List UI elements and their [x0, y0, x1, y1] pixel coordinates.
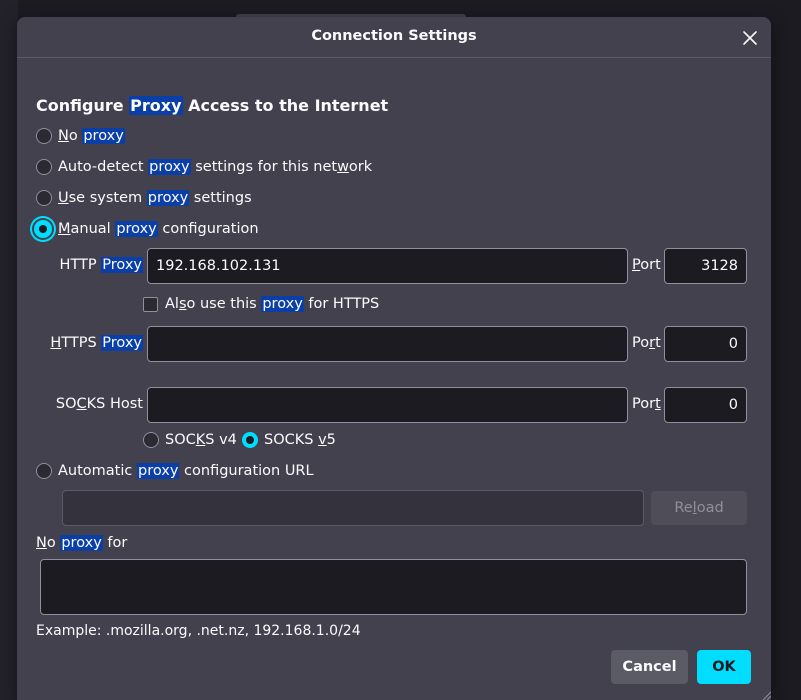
dialog-title: Connection Settings	[311, 28, 477, 44]
https-proxy-input[interactable]	[147, 326, 628, 362]
http-port-input[interactable]: 3128	[664, 248, 747, 284]
background-window-right	[771, 0, 801, 700]
connection-settings-dialog: Connection Settings Configure Proxy Acce…	[17, 17, 771, 700]
radio-socks-v5-label: SOCKS v5	[264, 432, 336, 448]
radio-socks-v4-label: SOCKS v4	[165, 432, 237, 448]
radio-socks-v5[interactable]: SOCKS v5	[242, 432, 336, 448]
close-icon	[743, 31, 757, 45]
radio-auto-config-url-label: Automatic proxy configuration URL	[58, 463, 314, 479]
http-port-label: Port	[632, 257, 661, 273]
radio-no-proxy[interactable]: No proxy	[36, 128, 125, 144]
https-port-label: Port	[632, 335, 661, 351]
radio-button[interactable]	[36, 190, 52, 206]
http-proxy-input[interactable]: 192.168.102.131	[147, 248, 628, 284]
example-text: Example: .mozilla.org, .net.nz, 192.168.…	[36, 623, 361, 639]
no-proxy-for-textarea[interactable]	[40, 559, 747, 615]
radio-button[interactable]	[36, 128, 52, 144]
https-port-input[interactable]: 0	[664, 326, 747, 362]
radio-button[interactable]	[36, 159, 52, 175]
radio-manual-proxy[interactable]: Manual proxy configuration	[34, 220, 259, 238]
https-proxy-label: HTTPS Proxy	[50, 335, 143, 351]
socks-port-input[interactable]: 0	[664, 387, 747, 423]
radio-socks-v4[interactable]: SOCKS v4	[143, 432, 237, 448]
radio-manual-proxy-label: Manual proxy configuration	[58, 221, 259, 237]
radio-system-proxy[interactable]: Use system proxy settings	[36, 190, 252, 206]
also-use-for-https-checkbox[interactable]	[143, 296, 158, 312]
also-use-for-https-checkbox-row[interactable]: Also use this proxy for HTTPS	[143, 296, 379, 312]
section-heading: Configure Proxy Access to the Internet	[36, 96, 389, 115]
auto-config-url-input[interactable]	[62, 490, 644, 526]
radio-no-proxy-label: No proxy	[58, 128, 125, 144]
http-proxy-label: HTTP Proxy	[59, 257, 143, 273]
ok-button[interactable]: OK	[697, 650, 751, 684]
radio-system-proxy-label: Use system proxy settings	[58, 190, 252, 206]
radio-button[interactable]	[143, 432, 159, 448]
no-proxy-for-label: No proxy for	[36, 535, 128, 551]
reload-button[interactable]: Re l oad	[651, 491, 747, 525]
radio-auto-detect[interactable]: Auto-detect proxy settings for this netw…	[36, 159, 372, 175]
radio-button-selected[interactable]	[242, 432, 258, 448]
also-use-for-https-label: Also use this proxy for HTTPS	[165, 296, 380, 312]
socks-host-label: SOCKS Host	[55, 396, 143, 412]
close-button[interactable]	[737, 25, 763, 51]
dialog-titlebar: Connection Settings	[17, 17, 771, 58]
radio-auto-config-url[interactable]: Automatic proxy configuration URL	[36, 463, 314, 479]
cancel-button[interactable]: Cancel	[611, 650, 688, 684]
radio-button[interactable]	[36, 463, 52, 479]
radio-auto-detect-label: Auto-detect proxy settings for this netw…	[58, 159, 373, 175]
resize-grip-icon[interactable]	[761, 690, 771, 700]
background-window	[0, 0, 18, 700]
socks-port-label: Port	[632, 396, 661, 412]
socks-host-input[interactable]	[147, 387, 628, 423]
radio-button-selected[interactable]	[34, 220, 52, 238]
